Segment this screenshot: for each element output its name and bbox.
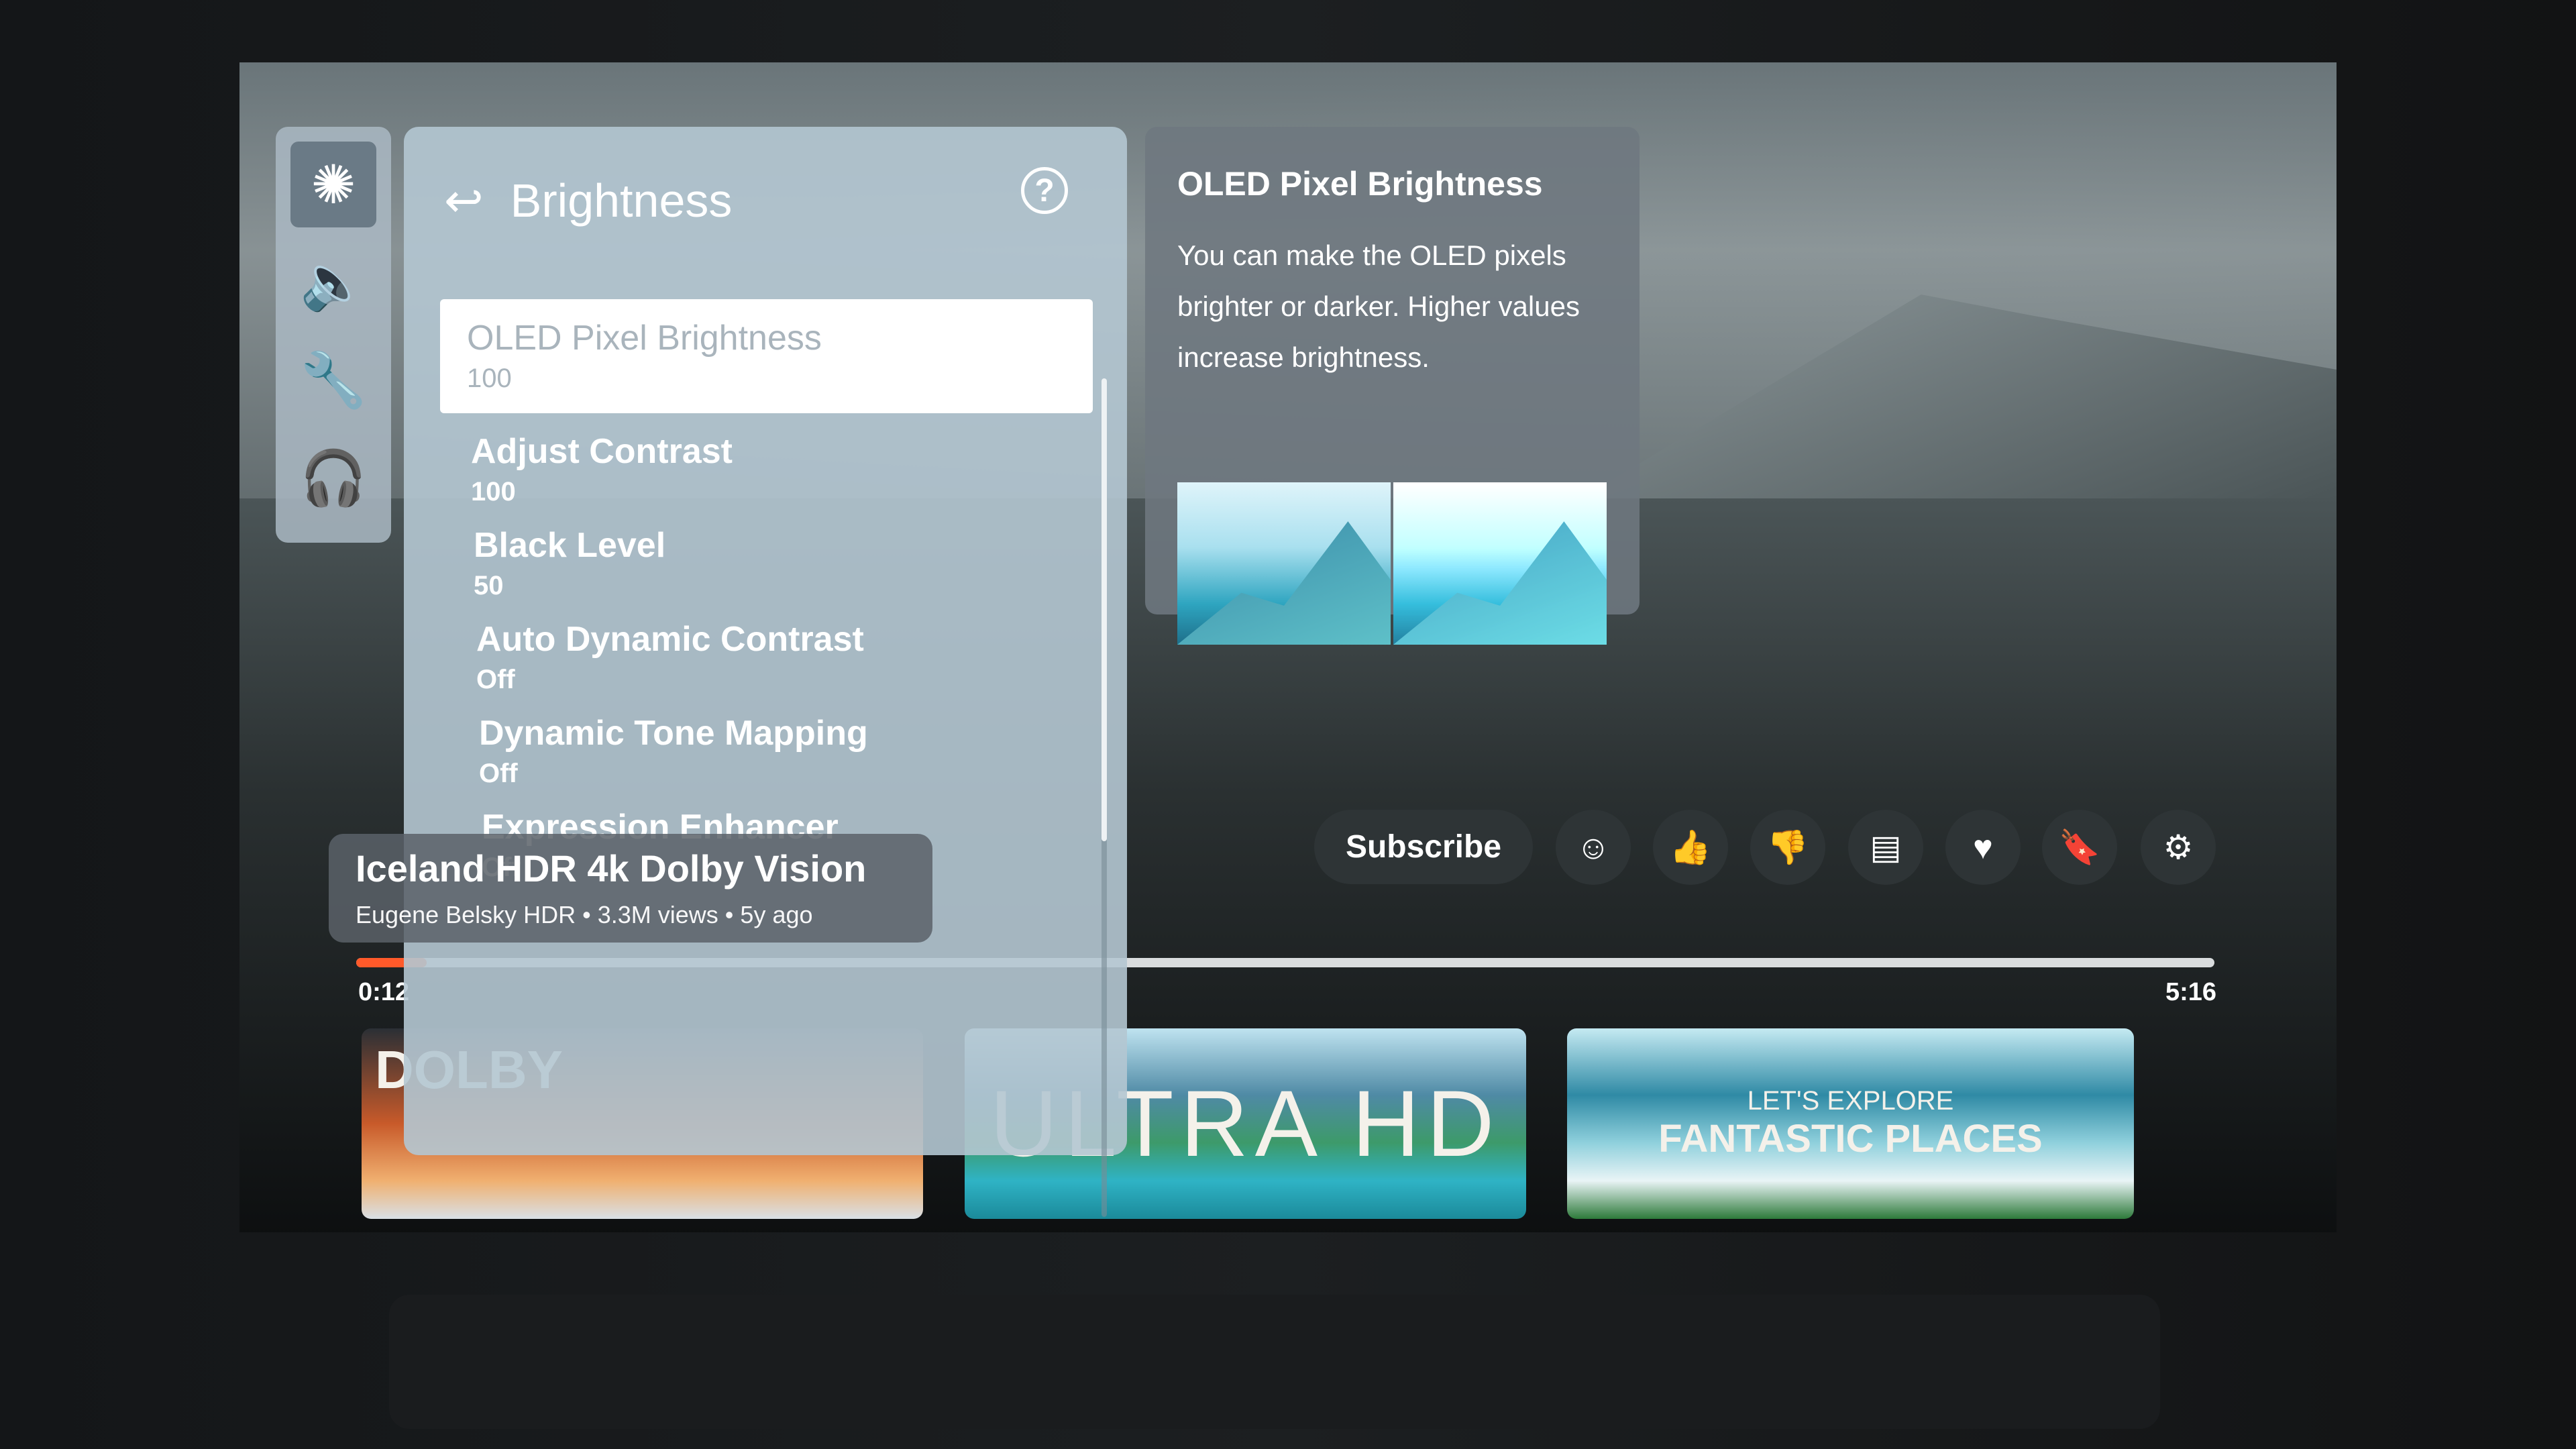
wrench-icon[interactable]: 🔧	[290, 337, 376, 423]
donate-heart-icon[interactable]: ♥	[1945, 810, 2021, 885]
soundbar	[389, 1295, 2160, 1429]
settings-category-rail: ✺ 🔈 🔧 🎧	[276, 127, 391, 543]
picture-icon[interactable]: ✺	[290, 142, 376, 227]
bookmark-icon[interactable]: 🔖	[2042, 810, 2117, 885]
item-label: Adjust Contrast	[471, 432, 733, 471]
menu-header: ↩ Brightness	[444, 160, 732, 241]
thumbnail-3-text: FANTASTIC PLACES	[1658, 1117, 2043, 1161]
help-info-panel: OLED Pixel Brightness You can make the O…	[1145, 127, 1640, 645]
menu-item-adjust-contrast[interactable]: Adjust Contrast 100	[444, 422, 1097, 516]
brightness-menu: ↩ Brightness ? OLED Pixel Brightness 100 …	[404, 127, 1127, 1217]
thumbnail-3[interactable]: LET'S EXPLORE FANTASTIC PLACES	[1567, 1028, 2134, 1219]
info-text: You can make the OLED pixels brighter or…	[1177, 239, 1580, 373]
menu-item-black-level[interactable]: Black Level 50	[447, 516, 1099, 610]
thumbs-down-icon[interactable]: 👎	[1750, 810, 1825, 885]
headset-icon[interactable]: 🎧	[290, 435, 376, 521]
elapsed-time: 0:12	[358, 978, 410, 1006]
menu-item-auto-dynamic-contrast[interactable]: Auto Dynamic Contrast Off	[449, 610, 1102, 704]
tv-screen: Iceland HDR 4k Dolby Vision Eugene Belsk…	[239, 62, 2337, 1232]
video-info-card: Iceland HDR 4k Dolby Vision Eugene Belsk…	[329, 834, 932, 943]
info-title: OLED Pixel Brightness	[1177, 165, 1543, 203]
channel-avatar-icon[interactable]: ☺	[1556, 810, 1631, 885]
item-label: Dynamic Tone Mapping	[479, 714, 868, 753]
speaker-icon[interactable]: 🔈	[290, 239, 376, 325]
menu-item-dynamic-tone-mapping[interactable]: Dynamic Tone Mapping Off	[452, 704, 1105, 798]
menu-title: Brightness	[510, 174, 733, 227]
item-value: 100	[467, 364, 512, 393]
brighter-example-image	[1393, 482, 1607, 645]
item-value: 50	[474, 571, 504, 600]
menu-item-oled-pixel-brightness[interactable]: OLED Pixel Brightness 100	[440, 299, 1093, 413]
menu-scrollbar-thumb[interactable]	[1102, 378, 1107, 841]
thumbnail-3-subtext: LET'S EXPLORE	[1747, 1086, 1954, 1116]
item-label: OLED Pixel Brightness	[467, 319, 822, 358]
darker-example-image	[1177, 482, 1391, 645]
item-value: 100	[471, 477, 516, 506]
video-title: Iceland HDR 4k Dolby Vision	[356, 847, 867, 890]
thumbs-up-icon[interactable]: 👍	[1653, 810, 1728, 885]
subscribe-button[interactable]: Subscribe	[1314, 810, 1533, 884]
help-icon[interactable]: ?	[1021, 167, 1068, 214]
back-arrow-icon[interactable]: ↩	[444, 173, 484, 228]
comments-icon[interactable]: ▤	[1848, 810, 1923, 885]
item-label: Black Level	[474, 526, 666, 565]
video-meta: Eugene Belsky HDR • 3.3M views • 5y ago	[356, 901, 813, 928]
item-value: Off	[479, 759, 518, 788]
settings-gear-icon[interactable]: ⚙	[2141, 810, 2216, 885]
item-label: Auto Dynamic Contrast	[476, 620, 864, 659]
item-value: Off	[476, 665, 515, 694]
duration-time: 5:16	[2165, 978, 2217, 1006]
